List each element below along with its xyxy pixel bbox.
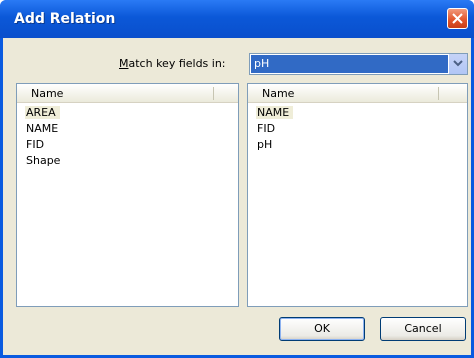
list-item[interactable]: NAME xyxy=(248,105,467,121)
dialog-title: Add Relation xyxy=(14,11,116,27)
list-item-label: Shape xyxy=(26,154,61,167)
list-item[interactable]: FID xyxy=(17,137,238,153)
match-key-fields-label: Match key fields in: xyxy=(119,57,226,70)
list-item[interactable]: NAME xyxy=(17,121,238,137)
source-list-header[interactable]: Name xyxy=(17,84,238,103)
list-item-label: pH xyxy=(257,138,273,151)
match-label-mnemonic: M xyxy=(119,57,129,70)
cancel-button[interactable]: Cancel xyxy=(380,317,466,341)
dropdown-arrow-button[interactable] xyxy=(448,54,467,74)
list-item[interactable]: FID xyxy=(248,121,467,137)
column-separator[interactable] xyxy=(438,87,439,100)
list-item-label: AREA xyxy=(25,106,60,119)
list-item-label: NAME xyxy=(26,122,59,135)
dialog-body: Match key fields in: pH Name AREA NAME FID… xyxy=(3,38,471,355)
ok-button[interactable]: OK xyxy=(279,317,365,341)
source-list-rows: AREA NAME FID Shape xyxy=(17,105,238,169)
destination-list-header[interactable]: Name xyxy=(248,84,467,103)
chevron-down-icon xyxy=(453,60,463,67)
dropdown-selected-value: pH xyxy=(251,55,448,73)
list-item[interactable]: pH xyxy=(248,137,467,153)
destination-header-name: Name xyxy=(262,87,295,100)
close-button[interactable] xyxy=(447,8,468,29)
list-item-label: NAME xyxy=(256,106,294,119)
destination-list-rows: NAME FID pH xyxy=(248,105,467,153)
list-item-label: FID xyxy=(257,122,276,135)
title-bar[interactable]: Add Relation xyxy=(0,0,474,38)
destination-fields-list[interactable]: Name NAME FID pH xyxy=(247,83,468,307)
list-item[interactable]: Shape xyxy=(17,153,238,169)
add-relation-dialog: Add Relation Match key fields in: pH Nam… xyxy=(0,0,474,358)
list-item[interactable]: AREA xyxy=(17,105,238,121)
match-label-rest: atch key fields in: xyxy=(128,57,226,70)
match-key-fields-dropdown[interactable]: pH xyxy=(249,53,468,75)
source-header-name: Name xyxy=(31,87,64,100)
source-fields-list[interactable]: Name AREA NAME FID Shape xyxy=(16,83,239,307)
column-separator[interactable] xyxy=(213,87,214,100)
close-icon xyxy=(452,13,463,24)
list-item-label: FID xyxy=(26,138,45,151)
